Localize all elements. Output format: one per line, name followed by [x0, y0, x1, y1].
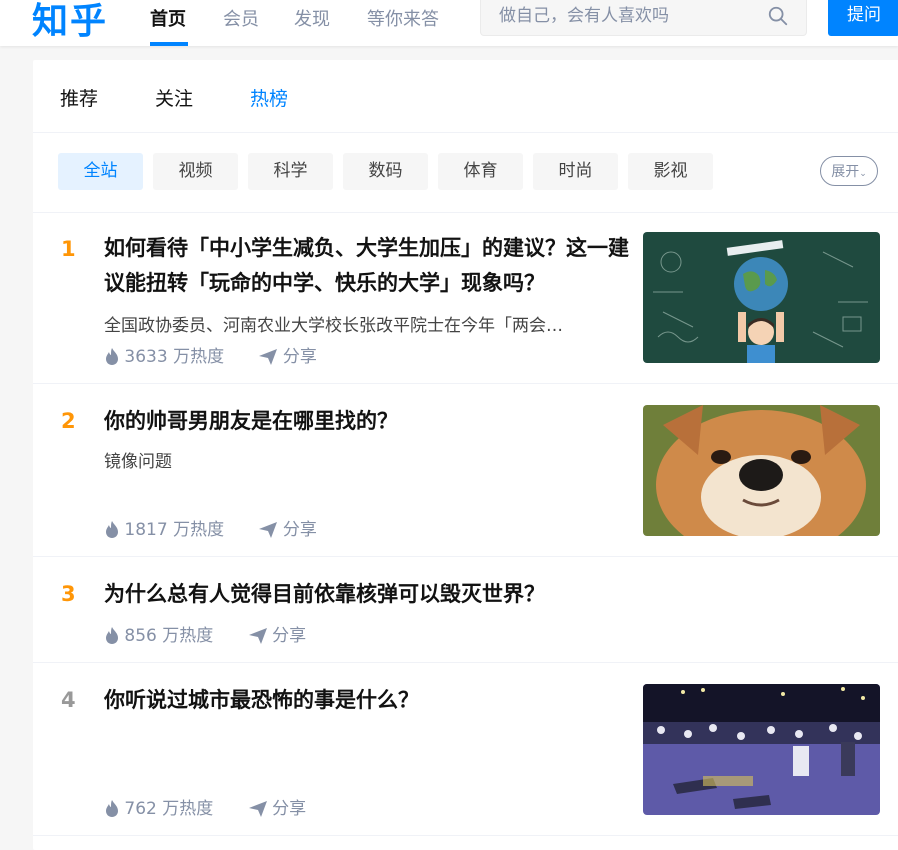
- nav-home[interactable]: 首页: [150, 5, 186, 31]
- nav-active-indicator: [150, 42, 188, 46]
- category-fashion[interactable]: 时尚: [533, 153, 618, 190]
- night-square-image: [643, 684, 880, 815]
- flame-icon: [106, 348, 118, 365]
- hot-heat: 3633 万热度: [124, 347, 225, 367]
- flame-icon: [106, 627, 118, 644]
- hot-metrics: 1817 万热度 分享: [105, 515, 317, 540]
- hot-item[interactable]: 4 你听说过城市最恐怖的事是什么？ 762 万热度 分享: [33, 663, 898, 836]
- share-icon: [259, 522, 278, 538]
- share-icon: [259, 349, 278, 365]
- hot-heat: 1817 万热度: [124, 520, 225, 540]
- hot-rank: 3: [61, 582, 76, 606]
- hot-excerpt: 全国政协委员、河南农业大学校长张改平院士在今年「两会…: [104, 316, 563, 336]
- ask-question-button[interactable]: 提问: [828, 0, 898, 36]
- category-digital[interactable]: 数码: [343, 153, 428, 190]
- shiba-dog-image: [643, 405, 880, 536]
- hot-title[interactable]: 如何看待「中小学生减负、大学生加压」的建议？这一建议能扭转「玩命的中学、快乐的大…: [104, 231, 629, 301]
- hot-item[interactable]: 1 如何看待「中小学生减负、大学生加压」的建议？这一建议能扭转「玩命的中学、快乐…: [33, 213, 898, 384]
- category-all[interactable]: 全站: [58, 153, 143, 190]
- hot-metrics: 856 万热度 分享: [105, 621, 306, 646]
- hot-excerpt: 镜像问题: [104, 452, 172, 472]
- hot-heat: 762 万热度: [124, 799, 214, 819]
- hot-title[interactable]: 为什么总有人觉得目前依靠核弹可以毁灭世界？: [104, 577, 629, 612]
- search-input[interactable]: [497, 5, 761, 27]
- nav-waiting-answers[interactable]: 等你来答: [367, 5, 439, 31]
- share-label: 分享: [272, 799, 307, 819]
- hot-rank: 2: [61, 409, 76, 433]
- search-icon[interactable]: [767, 5, 789, 27]
- hot-rank: 4: [61, 688, 76, 712]
- hot-heat: 856 万热度: [124, 626, 214, 646]
- hot-title[interactable]: 你听说过城市最恐怖的事是什么？: [104, 683, 629, 718]
- hot-thumbnail[interactable]: [643, 405, 880, 536]
- hot-thumbnail[interactable]: [643, 232, 880, 363]
- chalkboard-globe-image: [643, 232, 880, 363]
- category-science[interactable]: 科学: [248, 153, 333, 190]
- nav-membership[interactable]: 会员: [223, 5, 259, 31]
- hot-thumbnail[interactable]: [643, 684, 880, 815]
- hot-item[interactable]: 3 为什么总有人觉得目前依靠核弹可以毁灭世界？ 856 万热度 分享: [33, 557, 898, 663]
- search-box: [480, 0, 807, 36]
- share-label: 分享: [282, 347, 317, 367]
- share-button[interactable]: 分享: [248, 626, 307, 646]
- share-icon: [248, 801, 267, 817]
- nav-discover[interactable]: 发现: [294, 5, 330, 31]
- zhihu-logo[interactable]: 知乎: [32, 0, 108, 44]
- tab-follow[interactable]: 关注: [155, 84, 193, 111]
- share-button[interactable]: 分享: [259, 347, 317, 367]
- expand-label: 展开: [831, 164, 860, 180]
- hot-metrics: 762 万热度 分享: [105, 794, 306, 819]
- flame-icon: [106, 800, 118, 817]
- tab-recommend[interactable]: 推荐: [60, 84, 98, 111]
- category-video[interactable]: 视频: [153, 153, 238, 190]
- top-bar: 知乎 首页 会员 发现 等你来答 提问: [0, 0, 898, 46]
- share-label: 分享: [282, 520, 317, 540]
- share-icon: [248, 628, 267, 644]
- flame-icon: [106, 521, 118, 538]
- share-button[interactable]: 分享: [248, 799, 307, 819]
- tab-hot[interactable]: 热榜: [250, 84, 288, 111]
- category-filter: 全站 视频 科学 数码 体育 时尚 影视 展开⌄: [33, 133, 898, 213]
- hot-metrics: 3633 万热度 分享: [105, 342, 317, 367]
- category-sports[interactable]: 体育: [438, 153, 523, 190]
- hot-title[interactable]: 你的帅哥男朋友是在哪里找的？: [104, 404, 629, 439]
- share-label: 分享: [272, 626, 307, 646]
- expand-button[interactable]: 展开⌄: [820, 156, 878, 186]
- category-movies[interactable]: 影视: [628, 153, 713, 190]
- hot-item[interactable]: 2 你的帅哥男朋友是在哪里找的？ 镜像问题 1817 万热度 分享: [33, 384, 898, 557]
- share-button[interactable]: 分享: [259, 520, 317, 540]
- chevron-down-icon: ⌄: [859, 169, 867, 179]
- feed-tabs: 推荐 关注 热榜: [33, 60, 898, 133]
- hot-list-card: 推荐 关注 热榜 全站 视频 科学 数码 体育 时尚 影视 展开⌄ 1 如何看待…: [33, 60, 898, 850]
- hot-rank: 1: [61, 237, 76, 261]
